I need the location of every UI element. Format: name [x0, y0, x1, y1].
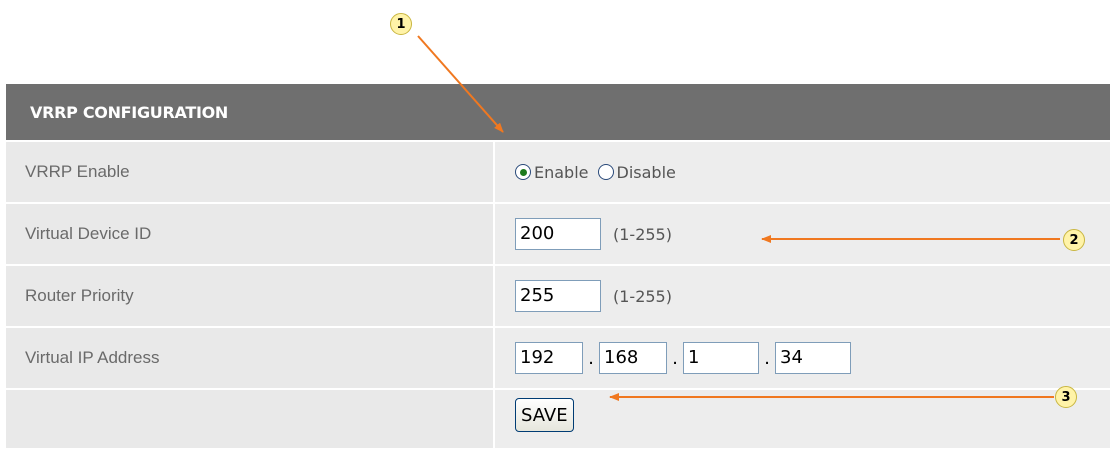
callout-2-icon: 2: [1063, 229, 1085, 251]
callout-3-icon: 3: [1055, 386, 1077, 408]
arrow-1: [417, 35, 504, 133]
annotation-arrows: [417, 35, 1060, 401]
callout-1-icon: 1: [390, 13, 412, 35]
